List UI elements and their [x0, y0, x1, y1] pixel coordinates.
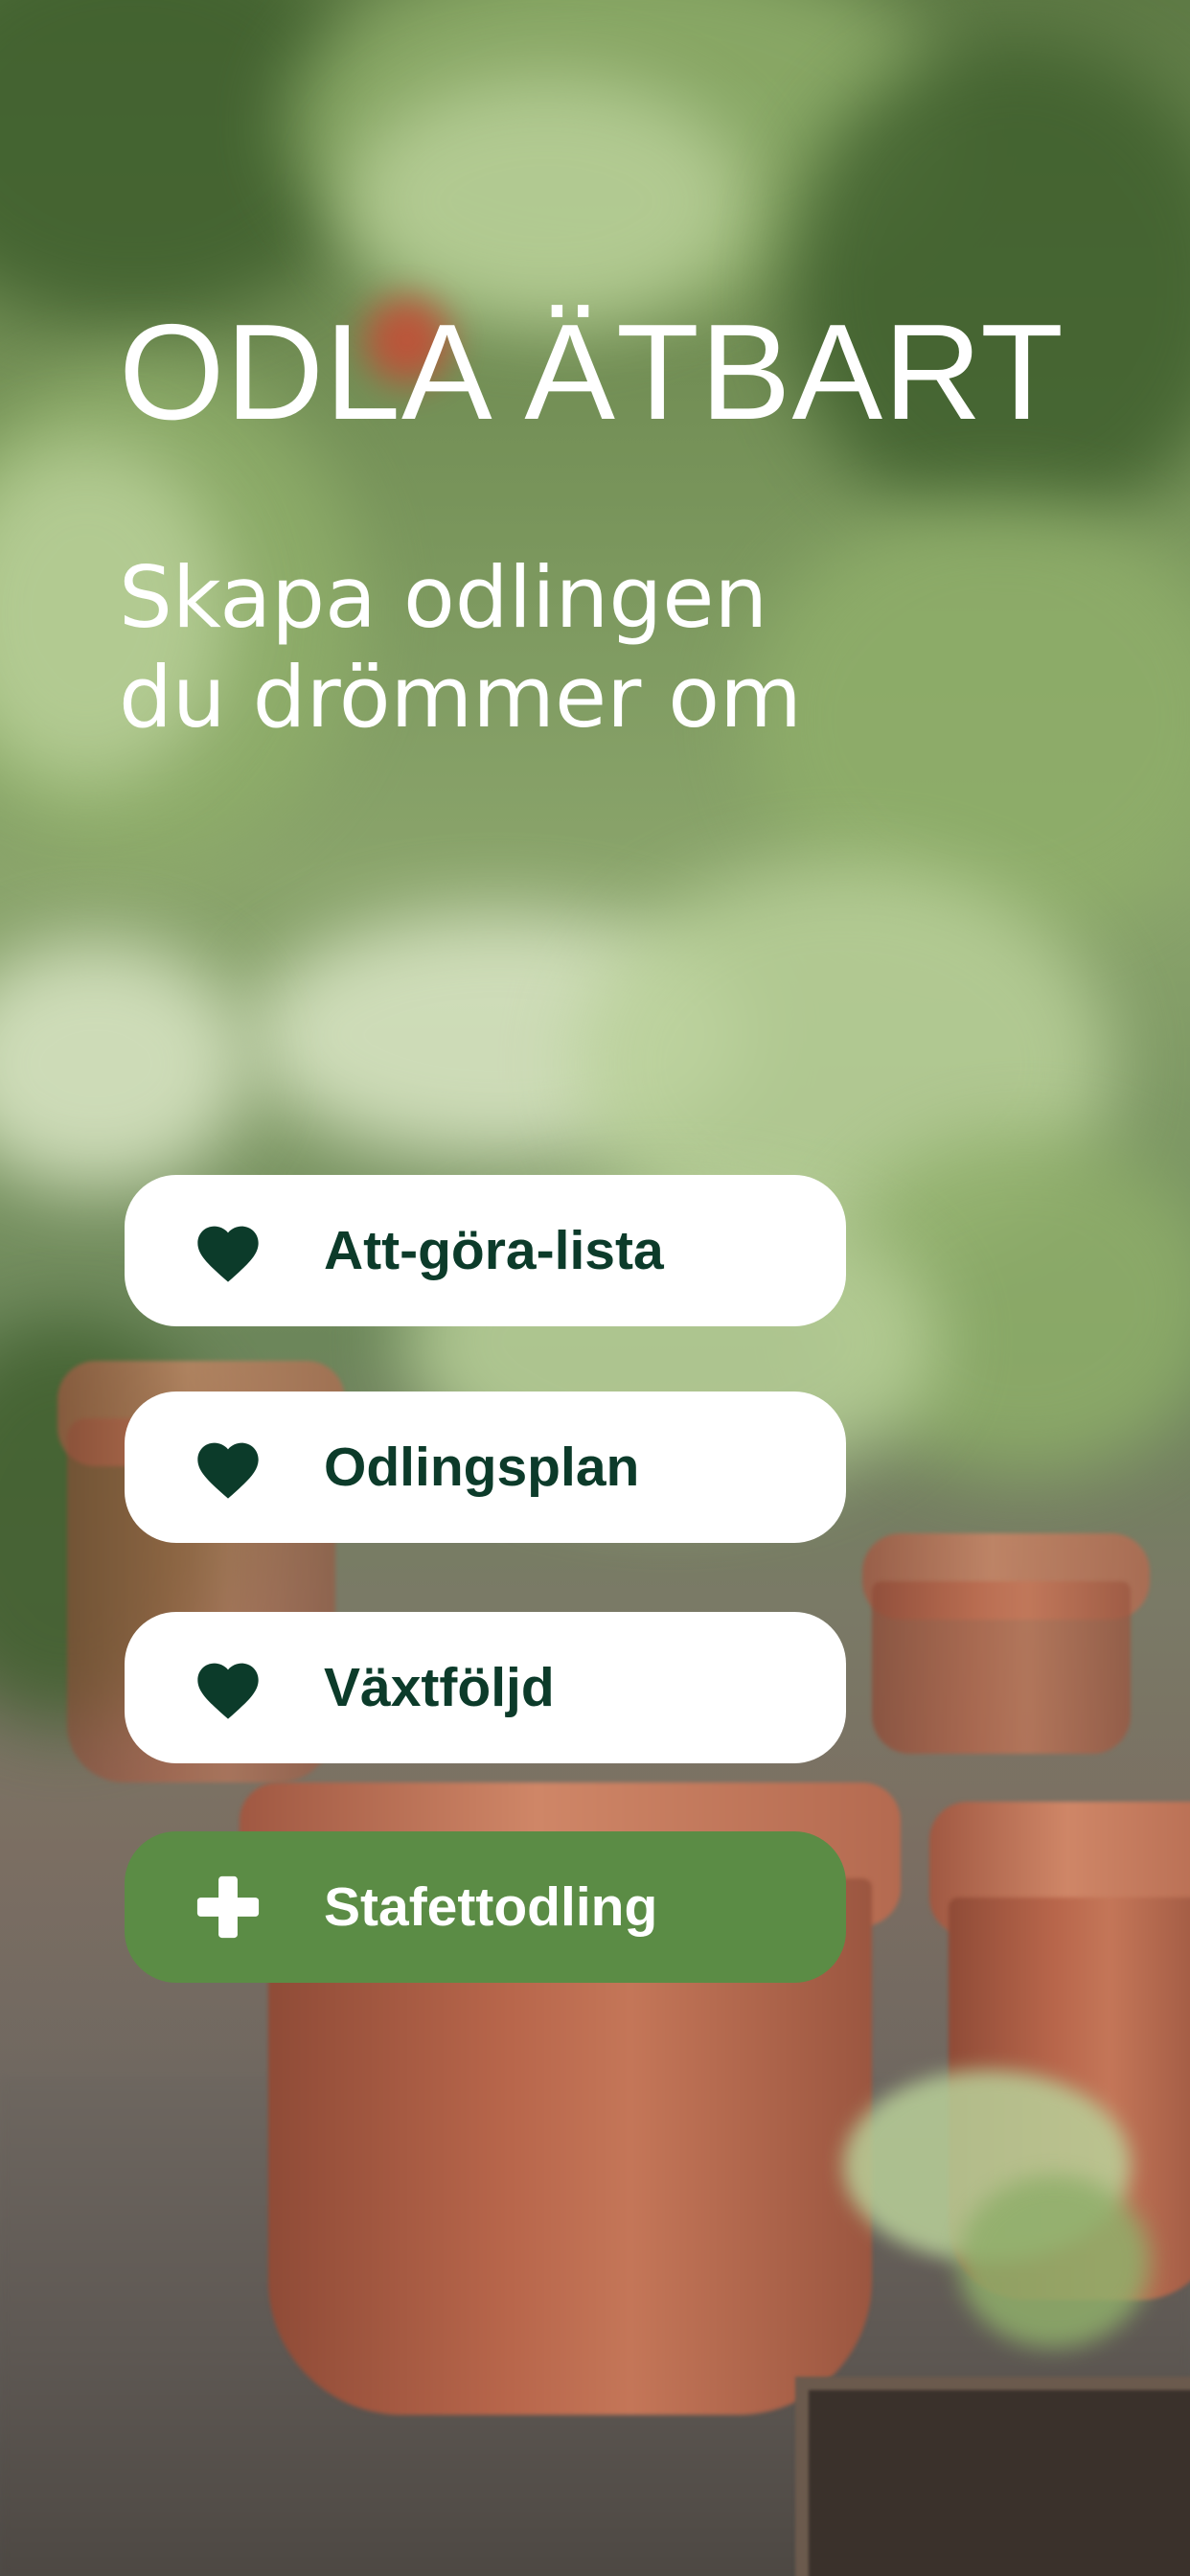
heart-icon — [192, 1431, 264, 1504]
subtitle-line-2: du drömmer om — [119, 648, 802, 747]
subtitle-line-1: Skapa odlingen — [119, 548, 768, 647]
cultivation-plan-button[interactable]: Odlingsplan — [125, 1392, 846, 1543]
todo-list-button[interactable]: Att-göra-lista — [125, 1175, 846, 1326]
cultivation-plan-label: Odlingsplan — [324, 1437, 640, 1498]
crop-rotation-button[interactable]: Växtföljd — [125, 1612, 846, 1763]
app-subtitle: Skapa odlingen du drömmer om — [119, 548, 1077, 748]
todo-list-label: Att-göra-lista — [324, 1220, 664, 1281]
heart-icon — [192, 1651, 264, 1724]
heart-icon — [192, 1214, 264, 1287]
crop-rotation-label: Växtföljd — [324, 1657, 555, 1718]
app-title: ODLA ÄTBART — [119, 296, 1064, 448]
relay-cultivation-button[interactable]: Stafettodling — [125, 1831, 846, 1983]
relay-cultivation-label: Stafettodling — [324, 1876, 658, 1938]
plus-icon — [192, 1871, 264, 1944]
